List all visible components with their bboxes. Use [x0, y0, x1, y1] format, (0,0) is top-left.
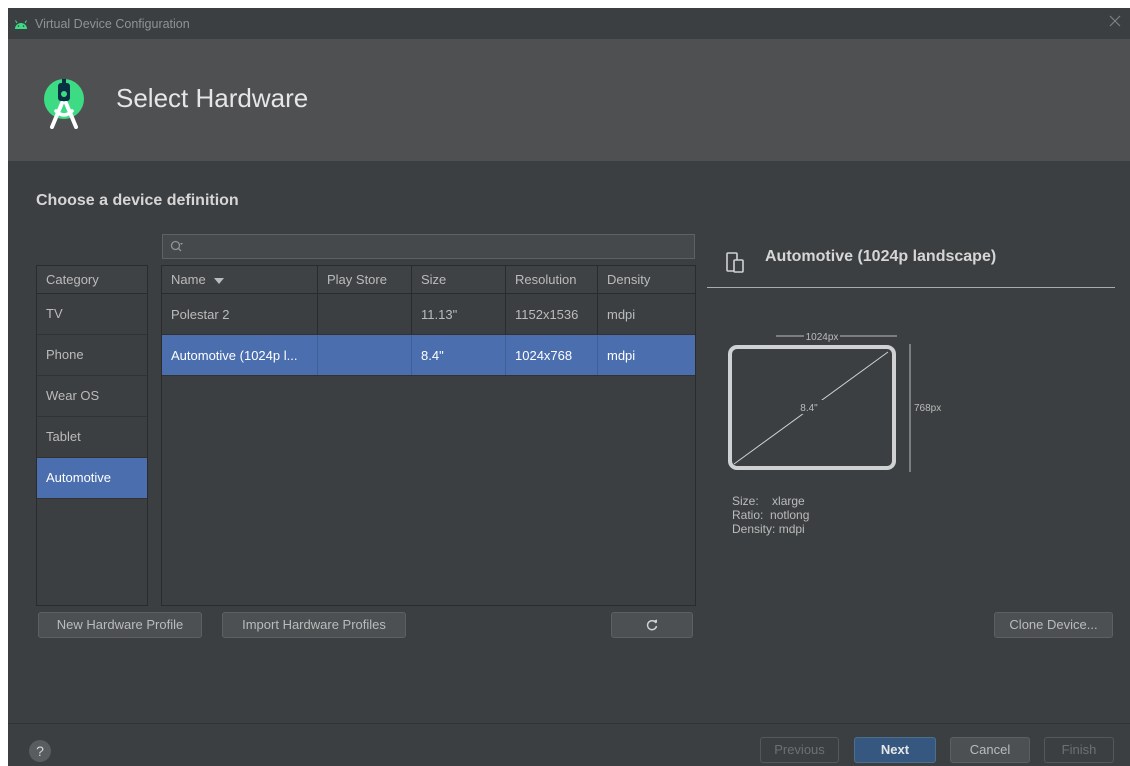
column-header-name[interactable]: Name [162, 266, 318, 293]
next-button[interactable]: Next [854, 737, 936, 763]
device-size-diagram: 1024px 8.4" 768px [728, 332, 941, 472]
column-header-density[interactable]: Density [598, 266, 695, 293]
column-header-play-store[interactable]: Play Store [318, 266, 412, 293]
cell-resolution: 1152x1536 [506, 294, 598, 334]
size-label: Size: [732, 494, 759, 508]
title-bar: Virtual Device Configuration [8, 8, 1130, 39]
size-value: xlarge [772, 494, 805, 508]
ratio-value: notlong [770, 508, 810, 522]
footer-divider [8, 723, 1130, 724]
android-studio-logo-icon [44, 79, 84, 129]
cell-density: mdpi [607, 348, 636, 363]
cell-size: 11.13" [412, 294, 506, 334]
device-detail-title: Automotive (1024p landscape) [765, 248, 997, 265]
table-header: Name Play Store Size Resolution Density [162, 266, 695, 294]
search-input[interactable] [162, 234, 695, 259]
detail-divider [707, 287, 1115, 288]
density-label: Density: [732, 522, 776, 536]
section-title: Choose a device definition [36, 192, 239, 209]
column-header-size[interactable]: Size [412, 266, 506, 293]
category-header: Category [37, 266, 147, 294]
category-item-wear-os[interactable]: Wear OS [37, 376, 147, 417]
page-title: Select Hardware [116, 83, 309, 113]
table-row[interactable]: Automotive (1024p l... 8.4" 1024x768 mdp… [162, 335, 695, 376]
device-icon [726, 252, 744, 273]
category-list: Category TV Phone Wear OS Tablet Automot… [36, 265, 148, 606]
column-header-resolution[interactable]: Resolution [506, 266, 598, 293]
device-table: Name Play Store Size Resolution Density … [161, 265, 696, 606]
help-icon[interactable]: ? [29, 740, 51, 762]
cell-name: Polestar 2 [162, 294, 318, 334]
cell-name: Automotive (1024p l... [162, 335, 318, 375]
device-specs: Size: xlarge Ratio: notlong Density: mdp… [732, 494, 809, 536]
refresh-icon [646, 619, 658, 631]
ratio-label: Ratio: [732, 508, 764, 522]
refresh-button[interactable] [611, 612, 693, 638]
window-title: Virtual Device Configuration [35, 16, 190, 31]
previous-button[interactable]: Previous [760, 737, 839, 763]
search-icon [170, 240, 183, 252]
cell-play-store [318, 294, 412, 334]
category-item-tablet[interactable]: Tablet [37, 417, 147, 458]
new-hardware-profile-button[interactable]: New Hardware Profile [38, 612, 202, 638]
cell-resolution: 1024x768 [506, 335, 598, 375]
import-hardware-profiles-button[interactable]: Import Hardware Profiles [222, 612, 406, 638]
table-row[interactable]: Polestar 2 11.13" 1152x1536 mdpi [162, 294, 695, 335]
cell-play-store [318, 335, 412, 375]
wizard-header: Select Hardware [8, 39, 1130, 161]
category-item-tv[interactable]: TV [37, 294, 147, 335]
virtual-device-configuration-window: Virtual Device Configuration Select Hard… [8, 8, 1130, 766]
height-label: 768px [914, 403, 941, 414]
clone-device-button[interactable]: Clone Device... [994, 612, 1113, 638]
cancel-button[interactable]: Cancel [950, 737, 1030, 763]
diagonal-label: 8.4" [800, 403, 818, 414]
cell-density: mdpi [607, 307, 636, 322]
cell-size: 8.4" [412, 335, 506, 375]
sort-descending-icon [213, 277, 224, 284]
category-item-phone[interactable]: Phone [37, 335, 147, 376]
android-icon [15, 19, 27, 29]
category-item-automotive[interactable]: Automotive [37, 458, 147, 499]
width-label: 1024px [806, 332, 839, 343]
density-value: mdpi [778, 522, 805, 536]
finish-button[interactable]: Finish [1044, 737, 1114, 763]
close-icon[interactable] [1108, 14, 1122, 28]
